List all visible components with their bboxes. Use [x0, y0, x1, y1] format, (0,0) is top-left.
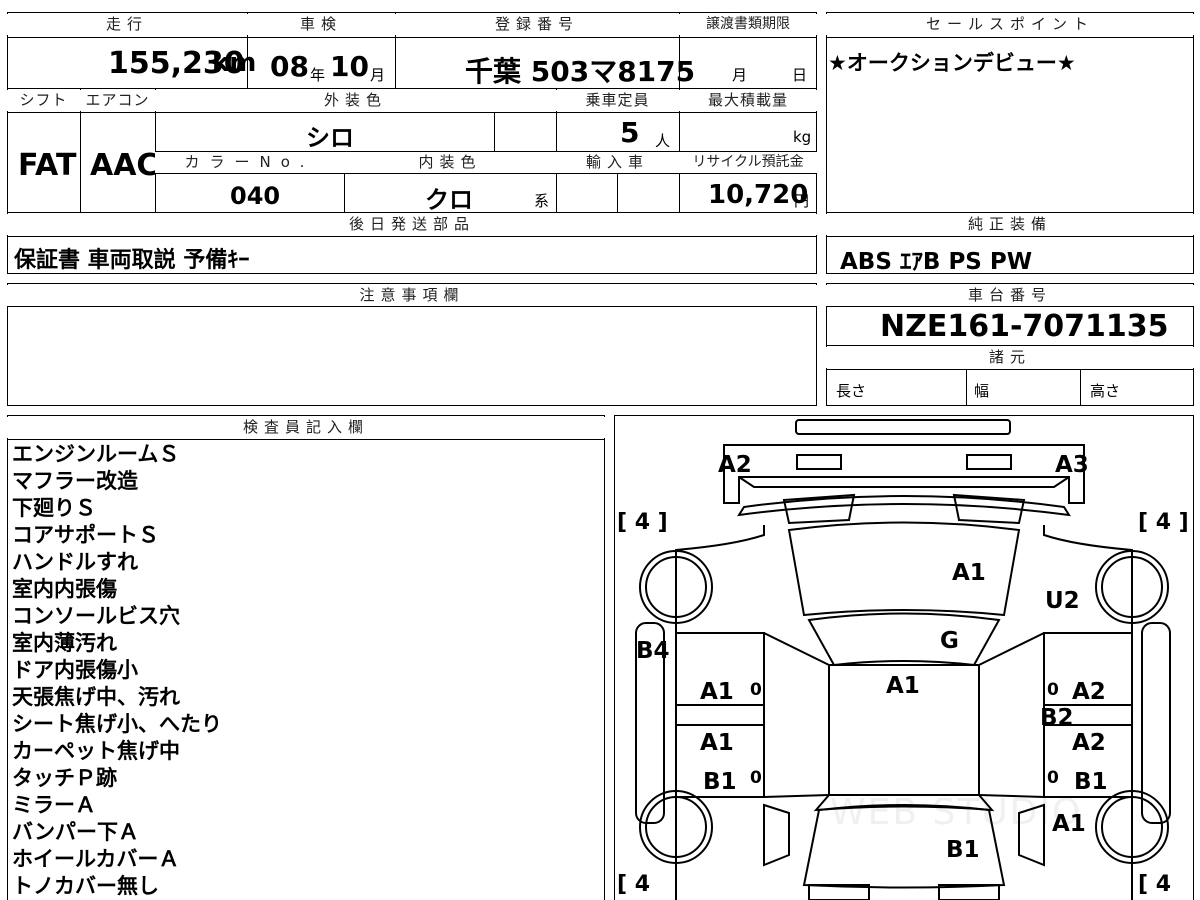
transfer-month-unit: 月: [732, 66, 748, 84]
label-a1-hood: A1: [952, 560, 986, 586]
mileage-unit: km: [212, 48, 257, 78]
tire-front-left: [ 4 ]: [617, 510, 668, 535]
interior-color-value: クロ: [425, 186, 473, 214]
inspector-note-item: コンソールビス穴: [12, 604, 180, 628]
chassis-label: 車台番号: [826, 285, 1194, 306]
label-b2-pillar: B2: [1040, 705, 1074, 731]
recycle-deposit-unit: 円: [794, 192, 810, 210]
label-a2-front-door-right: A2: [1072, 679, 1106, 705]
inspector-note-item: 天張焦げ中、汚れ: [12, 685, 180, 709]
inspector-label: 検査員記入欄: [7, 417, 605, 438]
recycle-deposit-label: リサイクル預託金: [679, 152, 817, 173]
tire-rear-left: [ 4: [617, 872, 651, 897]
inspector-note-item: タッチＰ跡: [12, 766, 117, 790]
label-g-windshield: G: [940, 628, 959, 654]
spec-label: 諸元: [826, 347, 1194, 368]
capacity-label: 乗車定員: [556, 90, 679, 111]
chassis-value: NZE161-7071135: [880, 309, 1169, 344]
sales-point-label: セールスポイント: [826, 14, 1194, 35]
shaken-month: 10: [330, 50, 369, 83]
label-a1-rear-door-left: A1: [700, 730, 734, 756]
label-zero-1: 0: [750, 680, 762, 700]
inspector-note-item: トノカバー無し: [12, 874, 159, 898]
shaken-month-unit: 月: [370, 66, 386, 84]
label-a3-front-right: A3: [1055, 452, 1089, 478]
max-load-label: 最大積載量: [679, 90, 817, 111]
label-zero-4: 0: [1047, 768, 1059, 788]
import-label: 輸入車: [556, 152, 679, 173]
width-label: 幅: [974, 382, 990, 400]
inspector-note-item: 室内薄汚れ: [12, 631, 117, 655]
inspector-note-item: バンパー下Ａ: [12, 820, 140, 844]
height-label: 高さ: [1090, 382, 1121, 400]
inspector-note-item: ドア内張傷小: [12, 658, 138, 682]
inspector-note-item: エンジンルームＳ: [12, 442, 180, 466]
inspector-note-item: カーペット焦げ中: [12, 739, 180, 763]
inspector-note-item: 下廻りＳ: [12, 496, 96, 520]
interior-color-suffix: 系: [534, 192, 550, 210]
windshield-outline: [807, 612, 1001, 667]
label-b4-side: B4: [636, 638, 670, 664]
shaken-year: 08: [270, 50, 309, 83]
transfer-day-unit: 日: [792, 66, 808, 84]
mileage-label: 走行: [7, 14, 247, 35]
shaken-year-unit: 年: [310, 66, 326, 84]
inspector-note-item: 室内内張傷: [12, 577, 117, 601]
interior-color-label: 内装色: [344, 152, 556, 173]
watermark: WEB STUDIO: [830, 792, 1083, 833]
caution-label: 注意事項欄: [7, 285, 817, 306]
later-parts-label: 後日発送部品: [7, 214, 817, 235]
inspector-note-item: ミラーＡ: [12, 793, 96, 817]
tire-front-right: [ 4 ]: [1138, 510, 1189, 535]
transfer-deadline-label: 譲渡書類期限: [679, 14, 817, 35]
label-a2-rear-door-right: A2: [1072, 730, 1106, 756]
shaken-label: 車検: [247, 14, 395, 35]
registration-label: 登録番号: [395, 14, 679, 35]
inspector-note-item: シート焦げ小、へたり: [12, 712, 222, 736]
color-no-value: 040: [230, 182, 281, 210]
label-a2-front-left: A2: [718, 452, 752, 478]
aircon-label: エアコン: [80, 90, 155, 111]
tire-rear-right: [ 4: [1138, 872, 1172, 897]
shift-label: シフト: [7, 90, 80, 111]
equipment-label: 純正装備: [826, 214, 1194, 235]
label-zero-3: 0: [750, 768, 762, 788]
exterior-color-value: シロ: [306, 124, 354, 152]
aircon-value: AAC: [90, 148, 159, 183]
inspector-note-item: ホイールカバーＡ: [12, 847, 180, 871]
inspector-note-item: マフラー改造: [12, 469, 138, 493]
shift-value: FAT: [18, 148, 77, 183]
registration-value: 千葉 503マ8175: [465, 55, 696, 88]
label-a1-roof: A1: [886, 673, 920, 699]
label-u2-fender: U2: [1045, 588, 1080, 614]
exterior-color-label: 外装色: [155, 90, 556, 111]
color-no-label: カラーNo.: [155, 152, 344, 173]
label-zero-2: 0: [1047, 680, 1059, 700]
sales-point-value: ★オークションデビュー★: [828, 51, 1076, 75]
label-a1-front-door-left: A1: [700, 679, 734, 705]
later-parts-value: 保証書 車両取説 予備ｷｰ: [14, 248, 250, 273]
capacity-unit: 人: [655, 132, 671, 150]
label-b1-trunk: B1: [946, 837, 980, 863]
equipment-value: ABS ｴｱB PS PW: [840, 249, 1033, 275]
front-bumper-outline: [723, 444, 1085, 504]
capacity-value: 5: [620, 116, 640, 149]
label-b1-rear-left: B1: [703, 769, 737, 795]
inspector-note-item: コアサポートＳ: [12, 523, 159, 547]
inspector-notes-list: エンジンルームＳ マフラー改造 下廻りＳ コアサポートＳ ハンドルすれ 室内内張傷コンソー…: [12, 441, 602, 900]
length-label: 長さ: [836, 382, 867, 400]
max-load-unit: kg: [793, 128, 812, 146]
inspector-note-item: ハンドルすれ: [12, 550, 138, 574]
